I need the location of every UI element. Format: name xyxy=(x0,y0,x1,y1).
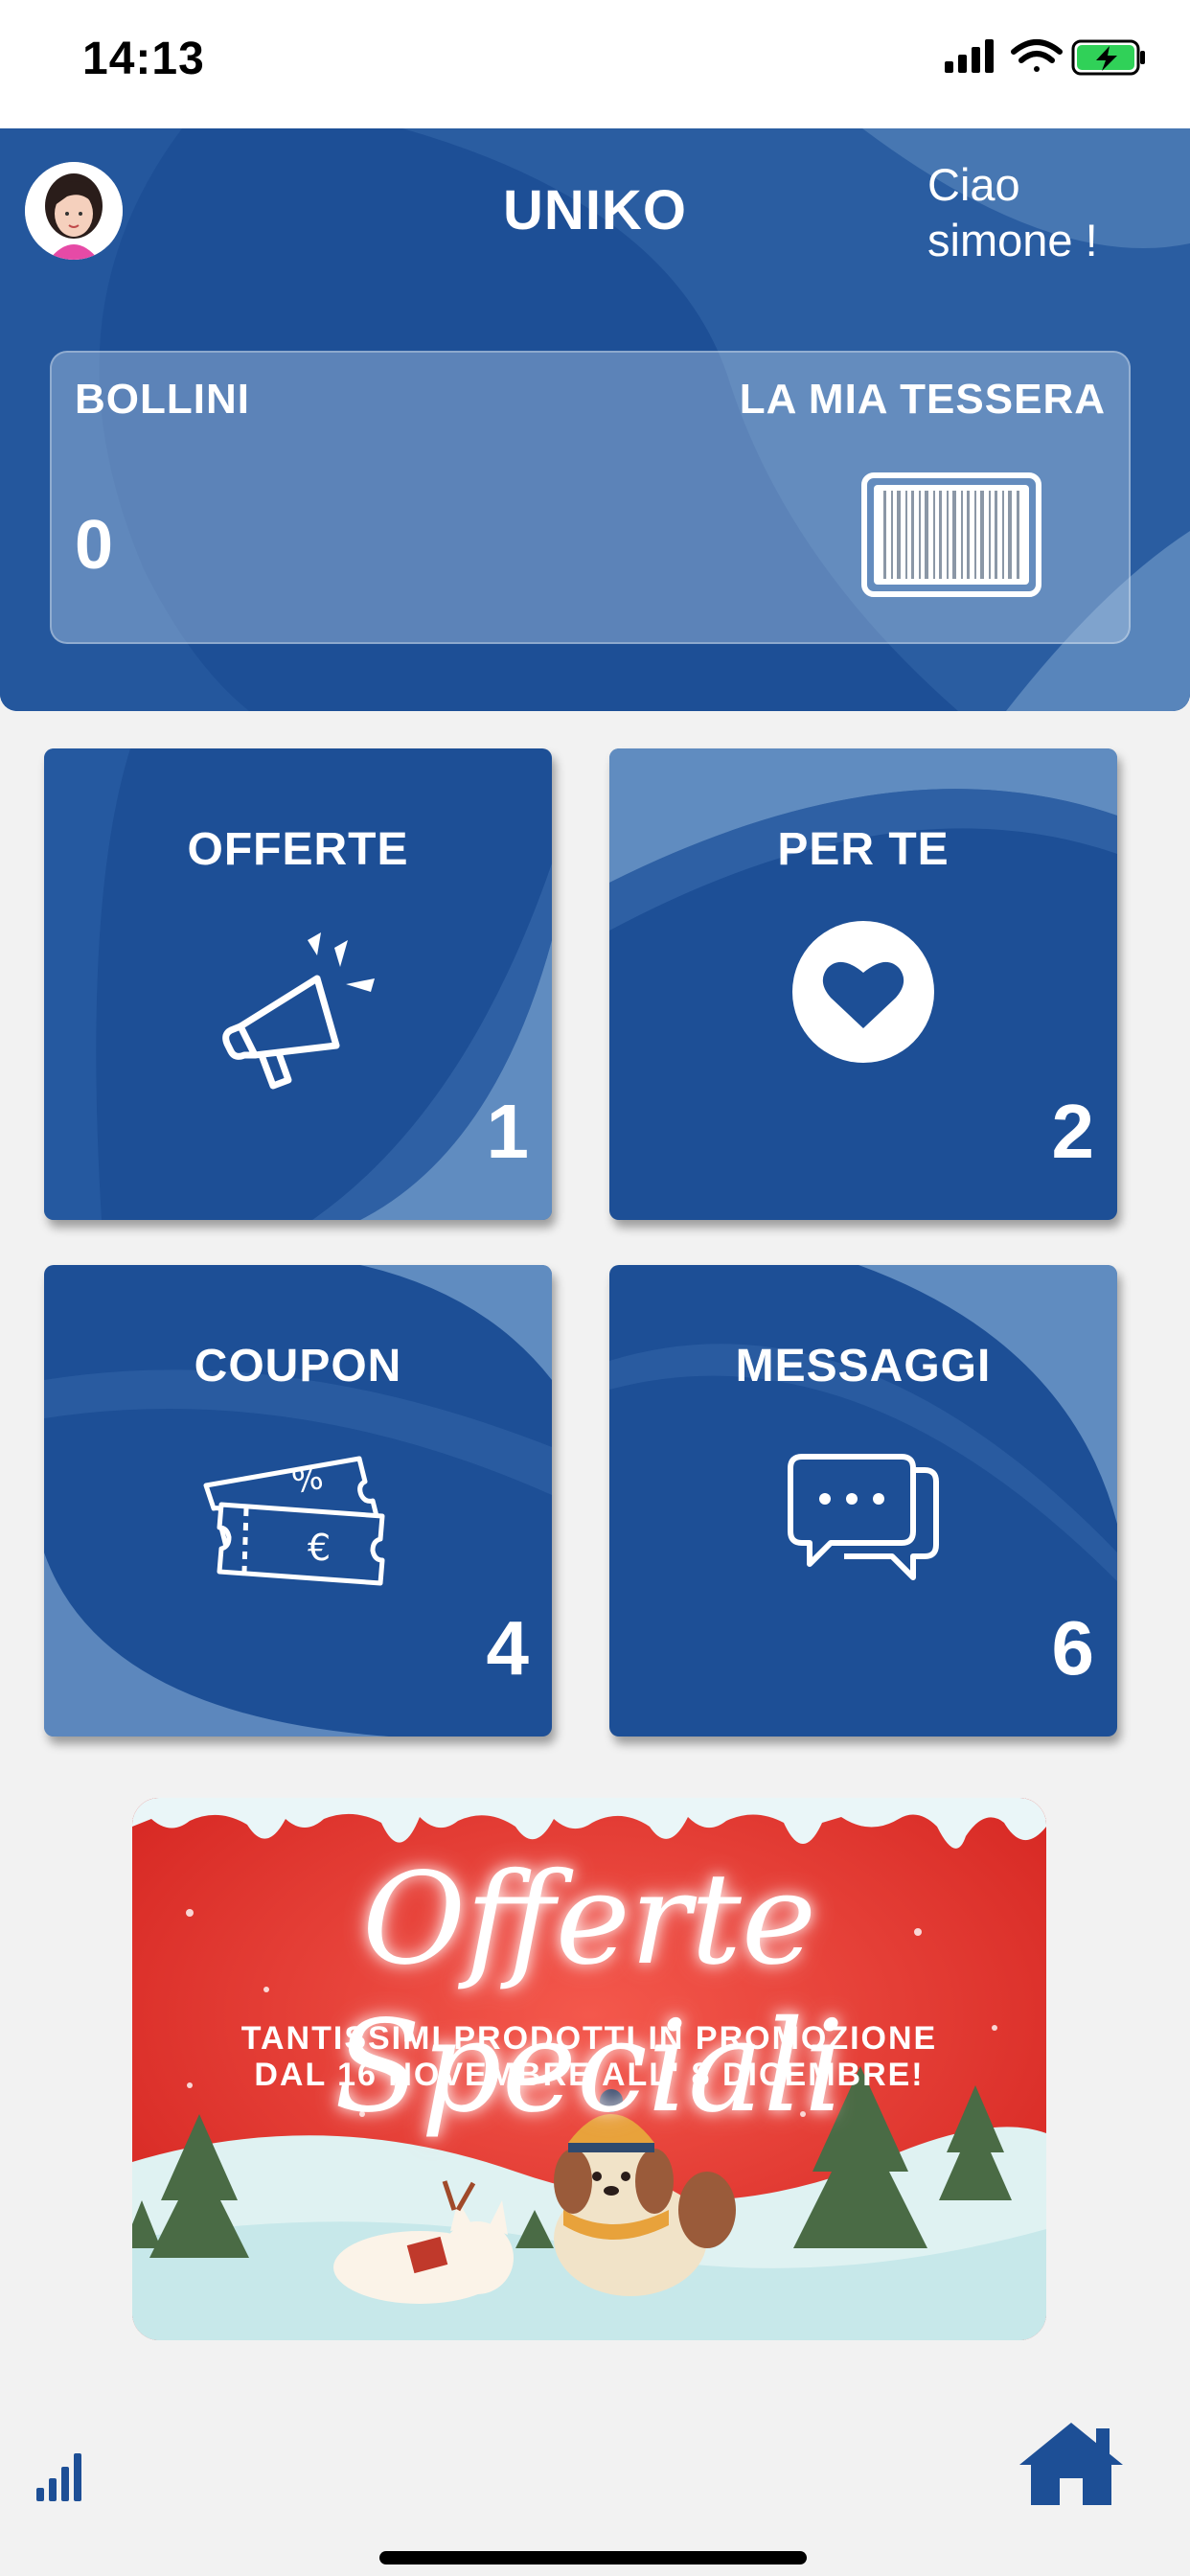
tile-coupon[interactable]: COUPON % € 4 xyxy=(44,1265,552,1736)
coupon-icon: % € xyxy=(203,1456,385,1586)
svg-text:€: € xyxy=(308,1527,331,1569)
greeting-text: Ciao simone ! xyxy=(927,159,1098,265)
cellular-signal-icon xyxy=(945,39,994,73)
tile-count: 1 xyxy=(486,1089,530,1174)
bollini-value: 0 xyxy=(75,507,114,584)
tessera-label: LA MIA TESSERA xyxy=(739,376,1106,423)
promo-banner[interactable]: Offerte Speciali TANTISSIMI PRODOTTI IN … xyxy=(132,1798,1046,2340)
tile-label: PER TE xyxy=(777,824,950,875)
megaphone-icon xyxy=(222,932,375,1090)
tile-messaggi[interactable]: MESSAGGI 6 xyxy=(609,1265,1117,1736)
promo-banner-image: Offerte Speciali TANTISSIMI PRODOTTI IN … xyxy=(132,1798,1046,2340)
home-icon[interactable] xyxy=(1016,2419,1127,2507)
tile-count: 6 xyxy=(1051,1605,1095,1690)
status-time: 14:13 xyxy=(82,34,205,84)
tile-label: COUPON xyxy=(194,1341,402,1392)
banner-title: Offerte Speciali xyxy=(333,1846,845,2141)
svg-text:%: % xyxy=(289,1459,327,1502)
tile-per-te[interactable]: PER TE 2 xyxy=(609,748,1117,1220)
tile-label: OFFERTE xyxy=(187,824,409,875)
tile-label: MESSAGGI xyxy=(735,1341,992,1392)
barcode-icon[interactable] xyxy=(860,472,1042,598)
signal-bars-icon[interactable] xyxy=(34,2450,88,2503)
banner-subtitle-line1: TANTISSIMI PRODOTTI IN PROMOZIONE xyxy=(240,2020,938,2057)
tile-count: 2 xyxy=(1051,1089,1095,1174)
wifi-icon xyxy=(1011,39,1063,72)
header: UNIKO Ciao simone ! BOLLINI 0 LA MIA TES… xyxy=(0,128,1190,711)
chat-icon xyxy=(788,1454,939,1580)
heart-icon xyxy=(792,921,934,1063)
home-indicator xyxy=(379,2551,807,2564)
status-icons xyxy=(945,39,1145,76)
tile-count: 4 xyxy=(486,1605,530,1690)
bollini-label: BOLLINI xyxy=(75,376,250,423)
status-bar: 14:13 xyxy=(0,0,1190,128)
loyalty-card-panel: BOLLINI 0 LA MIA TESSERA xyxy=(50,351,1131,644)
battery-charging-icon xyxy=(1071,39,1145,76)
tile-offerte[interactable]: OFFERTE 1 xyxy=(44,748,552,1220)
banner-subtitle-line2: DAL 16 NOVEMBRE ALL' 8 DICEMBRE! xyxy=(254,2057,925,2093)
